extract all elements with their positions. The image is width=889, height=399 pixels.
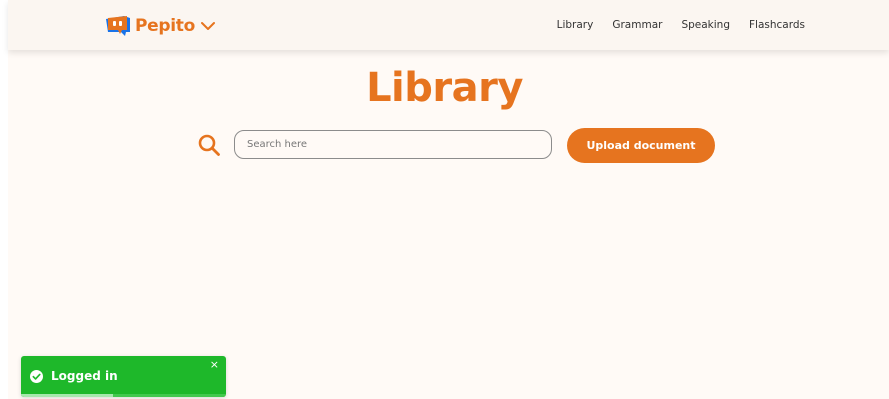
nav-library[interactable]: Library	[557, 19, 594, 31]
search-input[interactable]	[234, 130, 552, 159]
toast-message: Logged in	[51, 369, 118, 383]
nav-speaking[interactable]: Speaking	[681, 19, 730, 31]
upload-document-button[interactable]: Upload document	[567, 128, 715, 163]
check-circle-icon	[30, 370, 43, 383]
main-nav: Library Grammar Speaking Flashcards	[538, 0, 805, 50]
search-icon[interactable]	[197, 133, 221, 157]
chevron-down-icon	[201, 22, 215, 30]
page-title: Library	[366, 65, 523, 111]
nav-grammar[interactable]: Grammar	[612, 19, 662, 31]
brand-menu[interactable]: Pepito	[105, 14, 215, 38]
nav-flashcards[interactable]: Flashcards	[749, 19, 805, 31]
toast-progress-fill	[21, 394, 114, 397]
toast-progress-bar	[21, 394, 226, 397]
toast-notification: Logged in ×	[21, 356, 226, 397]
brand-name: Pepito	[135, 16, 195, 36]
close-icon[interactable]: ×	[210, 359, 219, 370]
pepito-logo-icon	[106, 16, 130, 36]
top-nav-bar: Pepito Library Grammar Speaking Flashcar…	[8, 0, 889, 50]
left-gutter	[0, 0, 8, 399]
